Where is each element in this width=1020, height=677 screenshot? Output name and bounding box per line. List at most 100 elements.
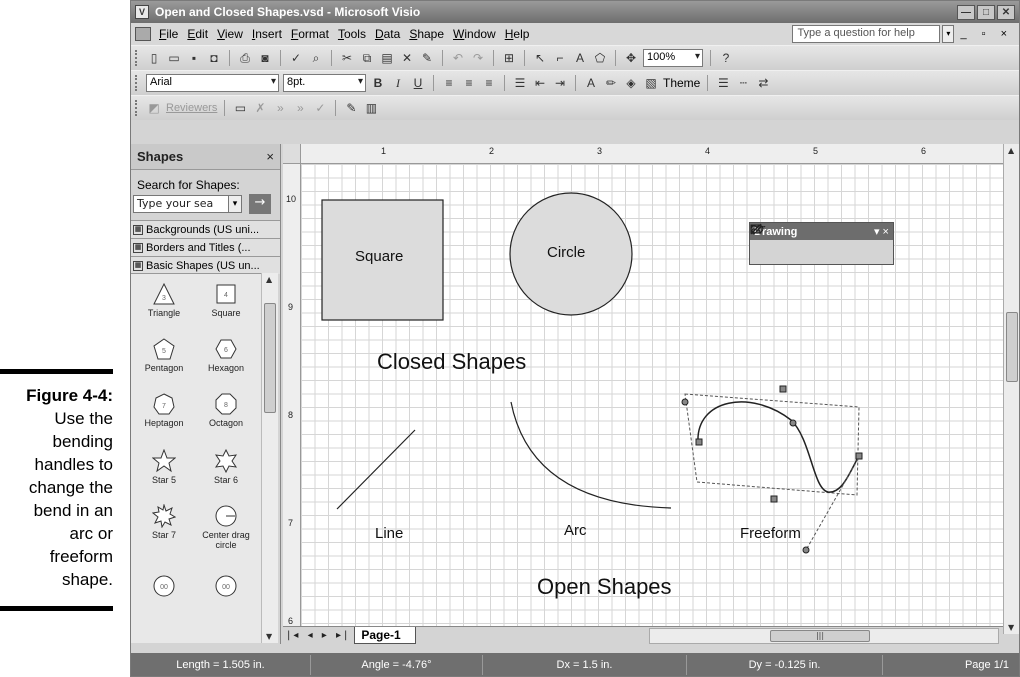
line-ends-icon[interactable]: ⇄ xyxy=(755,75,771,91)
align-left-icon[interactable]: ≡ xyxy=(441,75,457,91)
scroll-down-icon[interactable]: ▼ xyxy=(1008,623,1014,632)
search-go-button[interactable]: → xyxy=(249,194,271,214)
reviewing-pane-icon[interactable]: ▥ xyxy=(363,100,379,116)
paste-icon[interactable]: ▤ xyxy=(379,50,395,66)
menu-view[interactable]: View xyxy=(217,27,252,41)
stencil-backgrounds[interactable]: ▦ Backgrounds (US uni... xyxy=(131,220,280,238)
menu-format[interactable]: Format xyxy=(291,27,338,41)
stencil-borders-titles[interactable]: ▦ Borders and Titles (... xyxy=(131,238,280,256)
chevron-down-icon[interactable]: ▾ xyxy=(228,195,242,213)
decrease-indent-icon[interactable]: ⇤ xyxy=(532,75,548,91)
ink-icon[interactable]: ✎ xyxy=(343,100,359,116)
menu-data[interactable]: Data xyxy=(375,27,409,41)
master-partial-2[interactable]: 00 xyxy=(195,574,257,600)
text-tool-icon[interactable]: A xyxy=(572,50,588,66)
menu-help[interactable]: Help xyxy=(505,27,539,41)
accept-markup-icon[interactable]: ✓ xyxy=(312,100,328,116)
menu-tools[interactable]: Tools xyxy=(338,27,375,41)
hyperlink-icon[interactable]: ⊞ xyxy=(501,50,517,66)
master-triangle[interactable]: 3 Triangle xyxy=(133,282,195,318)
toolbar-grip[interactable] xyxy=(135,75,138,91)
next-markup-icon[interactable]: » xyxy=(292,100,308,116)
new-icon[interactable]: ▯ xyxy=(146,50,162,66)
stencil-basic-shapes[interactable]: ▦ Basic Shapes (US un... xyxy=(131,256,280,274)
connector-tool-icon[interactable]: ⌐ xyxy=(552,50,568,66)
redo-icon[interactable]: ↷ xyxy=(470,50,486,66)
vertex-handle[interactable] xyxy=(789,419,797,427)
menu-insert[interactable]: Insert xyxy=(252,27,291,41)
maximize-button[interactable]: □ xyxy=(977,4,995,20)
delete-markup-icon[interactable]: ✗ xyxy=(252,100,268,116)
track-markup-icon[interactable]: ◩ xyxy=(146,100,162,116)
bending-handle[interactable] xyxy=(695,438,703,446)
pencil-tool-icon[interactable] xyxy=(750,223,762,235)
document-window-controls[interactable]: _ ▫ × xyxy=(960,28,1013,40)
document-icon[interactable] xyxy=(135,27,151,41)
align-center-icon[interactable]: ≡ xyxy=(461,75,477,91)
bullets-icon[interactable]: ☰ xyxy=(512,75,528,91)
previous-markup-icon[interactable]: » xyxy=(272,100,288,116)
font-select[interactable]: Arial xyxy=(146,74,279,92)
shapes-scrollbar[interactable]: ▲ ▼ xyxy=(261,273,278,643)
canvas-scrollbar[interactable]: ▲ ▼ xyxy=(1003,144,1019,634)
permission-icon[interactable]: ◘ xyxy=(206,50,222,66)
toolbar-grip[interactable] xyxy=(135,50,138,66)
insert-comment-icon[interactable]: ▭ xyxy=(232,100,248,116)
master-star-5[interactable]: Star 5 xyxy=(133,449,195,485)
format-painter-icon[interactable]: ✎ xyxy=(419,50,435,66)
page-navigation-icons[interactable]: |◂ ◂ ▸ ▸| xyxy=(283,630,354,641)
reviewers-button[interactable]: Reviewers xyxy=(166,102,217,114)
undo-icon[interactable]: ↶ xyxy=(450,50,466,66)
menu-file[interactable]: File xyxy=(159,27,187,41)
help-search-input[interactable]: Type a question for help xyxy=(792,25,941,43)
vertex-handle[interactable] xyxy=(681,398,689,406)
spelling-icon[interactable]: ✓ xyxy=(288,50,304,66)
drawing-page[interactable]: Square Circle Closed Shapes Line Arc Fre… xyxy=(301,164,1003,634)
scroll-thumb[interactable] xyxy=(264,303,276,413)
master-heptagon[interactable]: 7 Heptagon xyxy=(133,392,195,428)
open-icon[interactable]: ▭ xyxy=(166,50,182,66)
scroll-thumb[interactable] xyxy=(1006,312,1018,382)
toolbar-grip[interactable] xyxy=(135,100,138,116)
pointer-tool-icon[interactable]: ↖ xyxy=(532,50,548,66)
font-size-select[interactable]: 8pt. xyxy=(283,74,366,92)
font-color-icon[interactable]: A xyxy=(583,75,599,91)
italic-button[interactable]: I xyxy=(390,75,406,91)
arc-shape[interactable] xyxy=(510,401,672,509)
master-square[interactable]: 4 Square xyxy=(195,282,257,318)
print-icon[interactable]: ⎙ xyxy=(237,50,253,66)
help-dropdown-icon[interactable]: ▾ xyxy=(942,25,955,43)
delete-icon[interactable]: ✕ xyxy=(399,50,415,66)
menu-edit[interactable]: Edit xyxy=(187,27,217,41)
shape-search-input[interactable]: Type your sea xyxy=(133,195,229,213)
cut-icon[interactable]: ✂ xyxy=(339,50,355,66)
ruler-corner[interactable] xyxy=(283,144,301,164)
drawing-tools-icon[interactable]: ⬠ xyxy=(592,50,608,66)
menu-shape[interactable]: Shape xyxy=(409,27,453,41)
scroll-up-icon[interactable]: ▲ xyxy=(266,275,272,284)
bold-button[interactable]: B xyxy=(370,75,386,91)
master-octagon[interactable]: 8 Octagon xyxy=(195,392,257,428)
line-weight-icon[interactable]: ☰ xyxy=(715,75,731,91)
underline-button[interactable]: U xyxy=(410,75,426,91)
bending-handle[interactable] xyxy=(770,495,778,503)
increase-indent-icon[interactable]: ⇥ xyxy=(552,75,568,91)
theme-icon[interactable]: ▧ xyxy=(643,75,659,91)
pan-zoom-icon[interactable]: ✥ xyxy=(623,50,639,66)
tab-page-1[interactable]: Page-1 xyxy=(354,627,416,644)
copy-icon[interactable]: ⧉ xyxy=(359,50,375,66)
close-icon[interactable]: × xyxy=(266,149,274,164)
minimize-button[interactable]: — xyxy=(957,4,975,20)
theme-button[interactable]: Theme xyxy=(663,76,700,90)
line-color-icon[interactable]: ✏ xyxy=(603,75,619,91)
scroll-thumb[interactable]: ||| xyxy=(770,629,870,642)
line-shape[interactable] xyxy=(336,429,416,510)
align-right-icon[interactable]: ≡ xyxy=(481,75,497,91)
rotation-handle[interactable] xyxy=(802,546,810,554)
horizontal-scrollbar[interactable]: ||| xyxy=(649,627,999,644)
line-pattern-icon[interactable]: ┄ xyxy=(735,75,751,91)
drawing-toolbar-controls[interactable]: ▾ × xyxy=(874,225,889,238)
research-icon[interactable]: ⌕ xyxy=(308,50,324,66)
help-icon[interactable]: ? xyxy=(718,50,734,66)
master-star-6[interactable]: Star 6 xyxy=(195,449,257,485)
